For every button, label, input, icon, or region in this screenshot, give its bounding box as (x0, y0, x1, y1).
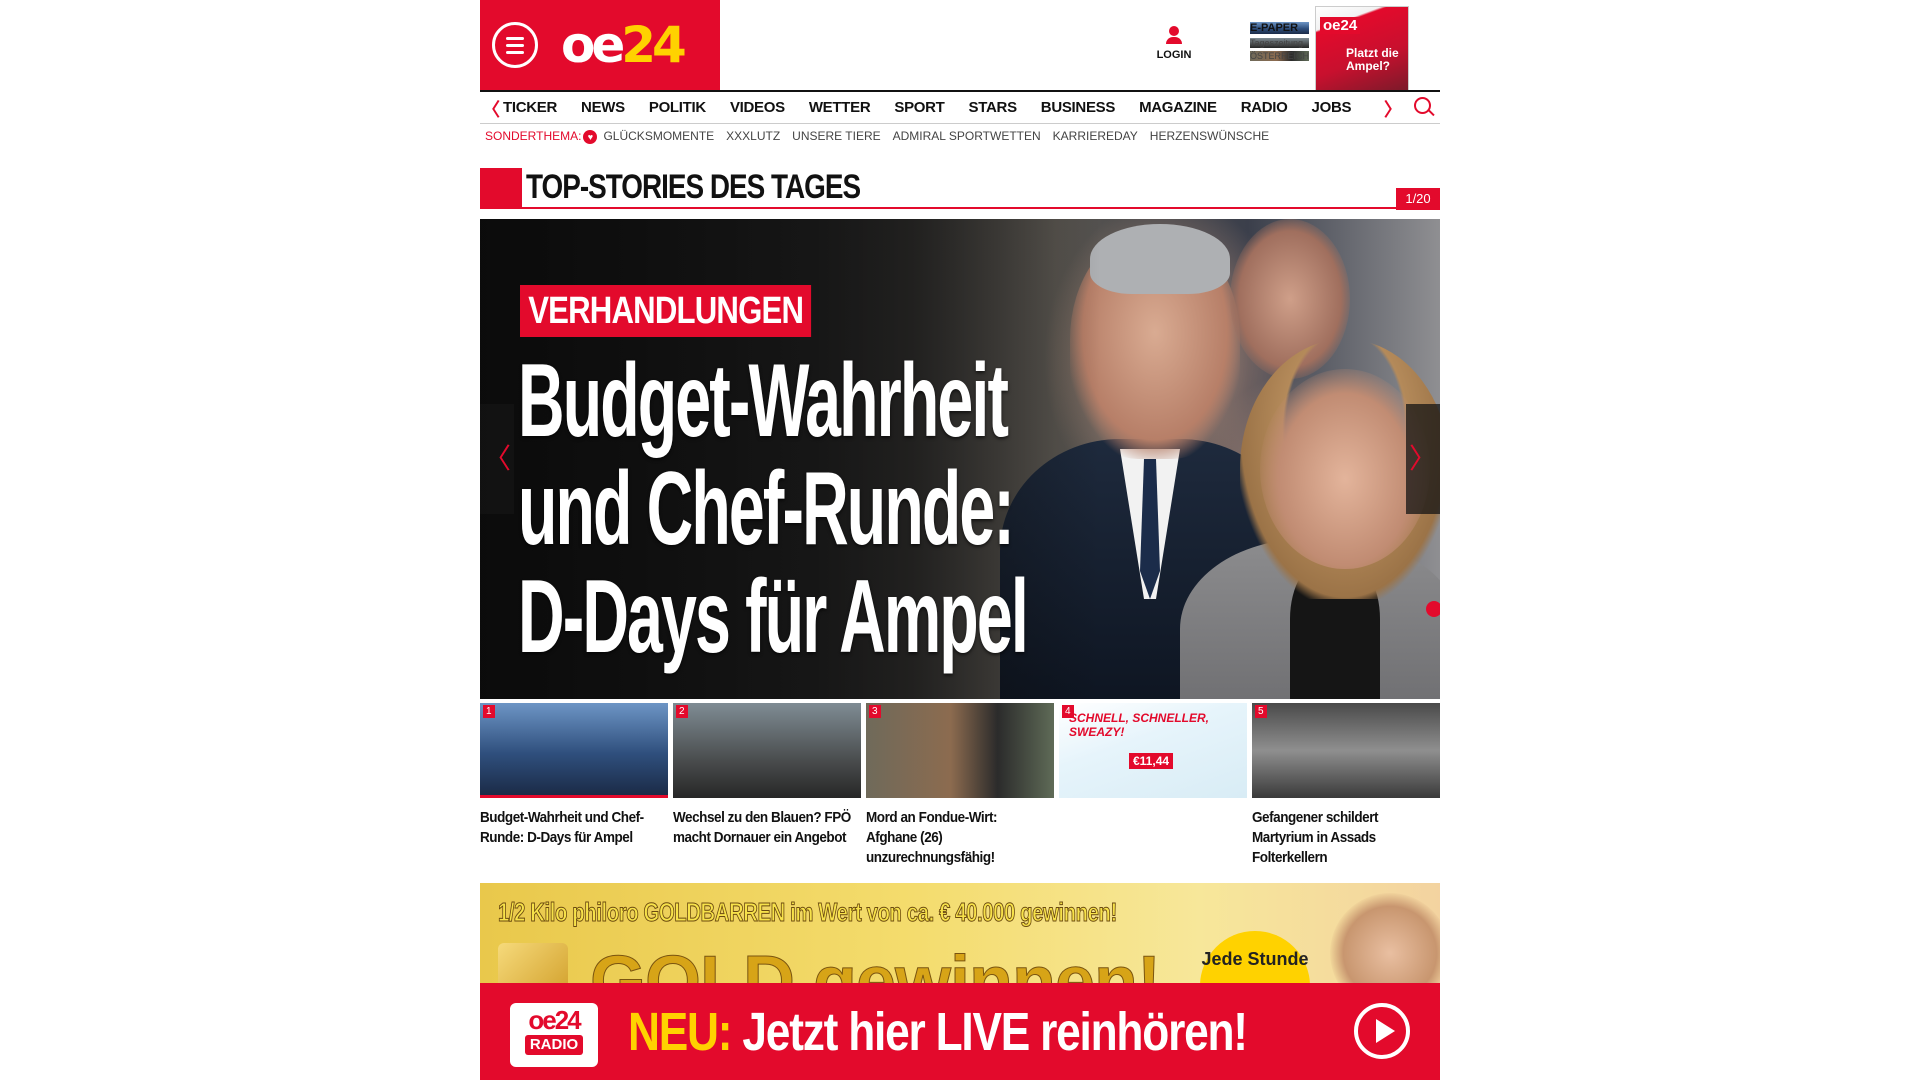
story-thumb[interactable]: 2 Wechsel zu den Blauen? FPÖ macht Dorna… (673, 703, 861, 868)
gold-promo-photo (1330, 893, 1440, 983)
search-icon[interactable] (1414, 97, 1431, 114)
slide-counter: 1/20 (1396, 188, 1440, 210)
hero-kicker: VERHANDLUNGEN (520, 285, 812, 337)
story-thumb-image: 2 (673, 703, 861, 798)
story-thumb[interactable]: 5 Gefangener schildert Martyrium in Assa… (1252, 703, 1440, 868)
nav-item-politik[interactable]: POLITIK (649, 99, 706, 116)
story-thumb-image: 5 (1252, 703, 1440, 798)
page: oe24 LOGIN E-PAPER Tageszeitung ÖSTERREI… (0, 0, 1920, 1080)
nav-item-radio[interactable]: RADIO (1241, 99, 1288, 116)
nav-item-wetter[interactable]: WETTER (809, 99, 871, 116)
section-title: TOP-STORIES DES TAGES (526, 168, 861, 206)
slider-indicator-dot (1426, 601, 1440, 617)
gold-promo-banner[interactable]: 1/2 Kilo philoro GOLDBARREN im Wert von … (480, 883, 1440, 983)
epaper-country: ÖSTERREICH (1250, 51, 1310, 61)
slider-prev-arrow-icon[interactable]: 〈 (480, 404, 514, 514)
main-nav: 〈 TICKER NEWS POLITIK VIDEOS WETTER SPOR… (480, 90, 1440, 124)
topic-gluecksmomente[interactable]: GLÜCKSMOMENTE (603, 129, 714, 144)
epaper-link[interactable]: E-PAPER Tageszeitung ÖSTERREICH (1250, 22, 1310, 61)
logo-block: oe24 (480, 0, 720, 90)
story-thumb-caption: Budget-Wahrheit und Chef-Runde: D-Days f… (480, 809, 644, 846)
story-thumb-caption: Mord an Fondue-Wirt: Afghane (26) unzure… (866, 809, 998, 866)
gold-promo-title: GOLD gewinnen! (590, 942, 1162, 984)
hero-headline[interactable]: Budget-Wahrheit und Chef-Runde: D-Days f… (518, 347, 1029, 671)
login-button[interactable]: LOGIN (1152, 26, 1196, 61)
hero-slider[interactable]: VERHANDLUNGEN Budget-Wahrheit und Chef-R… (480, 219, 1440, 699)
story-thumb-ad[interactable]: 4 SCHNELL, SCHNELLER, SWEAZY! €11,44 (1059, 703, 1247, 868)
story-thumb-caption: Gefangener schildert Martyrium in Assads… (1252, 809, 1379, 866)
epaper-subtitle: Tageszeitung (1250, 38, 1310, 48)
nav-item-jobs[interactable]: JOBS (1312, 99, 1352, 116)
story-thumb-image: 4 SCHNELL, SCHNELLER, SWEAZY! €11,44 (1059, 703, 1247, 798)
section-divider (522, 207, 1440, 209)
topic-xxxlutz[interactable]: XXXLUTZ (726, 129, 780, 144)
epaper-title: E-PAPER (1250, 22, 1310, 34)
topic-admiral-sportwetten[interactable]: ADMIRAL SPORTWETTEN (893, 129, 1041, 144)
heart-icon: ♥ (583, 130, 598, 144)
login-label: LOGIN (1156, 49, 1192, 61)
topic-unsere-tiere[interactable]: UNSERE TIERE (792, 129, 880, 144)
story-thumb-image: 3 (866, 703, 1054, 798)
gold-promo-headline: 1/2 Kilo philoro GOLDBARREN im Wert von … (498, 897, 1118, 928)
nav-item-videos[interactable]: VIDEOS (730, 99, 785, 116)
story-thumb-caption: Wechsel zu den Blauen? FPÖ macht Dornaue… (673, 809, 851, 846)
radio-banner-text: NEU: Jetzt hier LIVE reinhören! (628, 1002, 1248, 1062)
gold-bar-image (498, 943, 568, 983)
nav-item-stars[interactable]: STARS (969, 99, 1018, 116)
topic-karriereday[interactable]: KARRIEREDAY (1053, 129, 1138, 144)
story-thumb[interactable]: 3 Mord an Fondue-Wirt: Afghane (26) unzu… (866, 703, 1054, 868)
topic-herzenswuensche[interactable]: HERZENSWÜNSCHE (1150, 129, 1269, 144)
nav-next-arrow-icon[interactable]: 〉 (1384, 96, 1402, 122)
top-stories-list: 1 Budget-Wahrheit und Chef-Runde: D-Days… (480, 703, 1440, 868)
slider-next-arrow-icon[interactable]: 〉 (1406, 404, 1440, 514)
special-topics-bar: SONDERTHEMA: ♥ GLÜCKSMOMENTE XXXLUTZ UNSE… (485, 129, 1269, 144)
story-thumb[interactable]: 1 Budget-Wahrheit und Chef-Runde: D-Days… (480, 703, 668, 868)
nav-prev-arrow-icon[interactable]: 〈 (482, 96, 500, 122)
play-icon[interactable] (1354, 1003, 1410, 1059)
hamburger-menu-icon[interactable] (492, 22, 538, 68)
nav-item-magazine[interactable]: MAGAZINE (1139, 99, 1217, 116)
nav-item-sport[interactable]: SPORT (894, 99, 944, 116)
story-thumb-image: 1 (480, 703, 668, 798)
nav-items: TICKER NEWS POLITIK VIDEOS WETTER SPORT … (503, 99, 1351, 116)
radio-logo: oe24 RADIO (510, 1003, 598, 1067)
nav-item-ticker[interactable]: TICKER (503, 99, 557, 116)
site-logo[interactable]: oe24 (561, 10, 687, 80)
special-topics-label: SONDERTHEMA: ♥ (485, 129, 598, 144)
epaper-cover-image[interactable]: oe24 Platzt die Ampel? (1315, 6, 1409, 92)
radio-live-banner[interactable]: oe24 RADIO NEU: Jetzt hier LIVE reinhöre… (480, 983, 1440, 1080)
nav-item-news[interactable]: NEWS (581, 99, 625, 116)
gold-promo-badge: Jede Stunde (1200, 931, 1310, 983)
nav-item-business[interactable]: BUSINESS (1041, 99, 1116, 116)
section-accent-bar (480, 168, 522, 209)
user-icon (1169, 26, 1179, 36)
